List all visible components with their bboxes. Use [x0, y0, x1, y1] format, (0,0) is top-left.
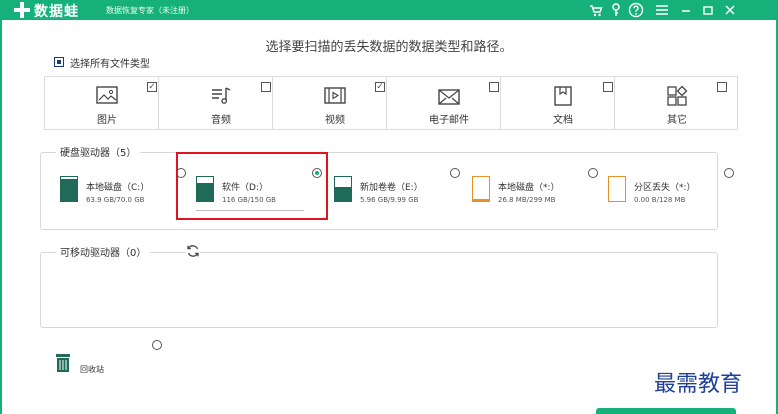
drive-c-size: 63.9 GB/70.0 GB — [86, 196, 145, 204]
file-type-audio[interactable]: 音频 — [158, 76, 282, 130]
drive-lost-partition-size: 0.00 B/128 MB — [634, 196, 686, 204]
file-type-image-label: 图片 — [97, 115, 117, 126]
disk-icon — [608, 176, 626, 202]
drive-c-name: 本地磁盘（C:） — [86, 183, 150, 193]
file-type-other-checkbox[interactable] — [717, 82, 727, 92]
trash-icon[interactable] — [56, 354, 70, 372]
video-icon — [323, 85, 347, 107]
recycle-bin-radio[interactable] — [152, 340, 162, 350]
scan-button[interactable] — [596, 408, 736, 414]
drive-e-radio[interactable] — [450, 168, 460, 178]
removable-drives-panel — [40, 252, 718, 328]
page-headline: 选择要扫描的丢失数据的数据类型和路径。 — [265, 40, 513, 55]
app-logo-icon — [14, 2, 30, 18]
recycle-bin-label: 回收站 — [80, 365, 104, 374]
document-icon — [551, 85, 575, 107]
drive-c[interactable]: 本地磁盘（C:） 63.9 GB/70.0 GB — [60, 166, 192, 220]
file-type-image-checkbox[interactable]: ✓ — [147, 82, 157, 92]
image-icon — [95, 85, 119, 107]
drive-e-name: 新加卷卷（E:） — [360, 183, 423, 193]
other-icon — [665, 85, 689, 107]
file-type-video-checkbox[interactable]: ✓ — [375, 82, 385, 92]
disk-icon — [334, 176, 352, 202]
file-type-video-label: 视频 — [325, 115, 345, 126]
hard-drives-label: 硬盘驱动器（5） — [56, 144, 141, 159]
drive-lost-partition-radio[interactable] — [724, 168, 734, 178]
minimize-icon[interactable] — [678, 2, 694, 18]
drive-local-unknown-radio[interactable] — [588, 168, 598, 178]
audio-icon — [209, 85, 233, 107]
drive-local-unknown[interactable]: 本地磁盘（*:） 26.8 MB/299 MB — [472, 166, 604, 220]
file-type-audio-label: 音频 — [211, 115, 231, 126]
select-all-check-icon[interactable] — [54, 57, 64, 67]
help-icon[interactable] — [628, 2, 644, 18]
file-type-email-label: 电子邮件 — [429, 115, 469, 126]
watermark-text: 最需教育 — [654, 372, 743, 397]
close-icon[interactable] — [722, 2, 738, 18]
refresh-icon[interactable] — [186, 243, 200, 257]
file-type-document-label: 文档 — [553, 115, 573, 126]
maximize-icon[interactable] — [700, 2, 716, 18]
select-all-label: 选择所有文件类型 — [70, 58, 150, 70]
drive-local-unknown-name: 本地磁盘（*:） — [498, 183, 560, 193]
file-type-document-checkbox[interactable] — [603, 82, 613, 92]
drive-lost-partition-name: 分区丢失（*:） — [634, 183, 696, 193]
file-type-image[interactable]: ✓ 图片 — [44, 76, 168, 130]
drive-e[interactable]: 新加卷卷（E:） 5.96 GB/9.99 GB — [334, 166, 466, 220]
file-type-document[interactable]: 文档 — [500, 76, 624, 130]
removable-drives-label: 可移动驱动器（0） — [56, 244, 151, 259]
file-type-video[interactable]: ✓ 视频 — [272, 76, 396, 130]
disk-icon — [472, 176, 490, 202]
app-brand: 数据蛙 — [34, 4, 79, 20]
app-subtitle: 数据恢复专家（未注册） — [106, 6, 194, 15]
drive-e-size: 5.96 GB/9.99 GB — [360, 196, 419, 204]
file-type-email[interactable]: 电子邮件 — [386, 76, 510, 130]
file-type-email-checkbox[interactable] — [489, 82, 499, 92]
file-type-other[interactable]: 其它 — [614, 76, 738, 130]
email-icon — [437, 85, 461, 107]
cart-icon[interactable] — [588, 2, 604, 18]
menu-icon[interactable] — [654, 2, 670, 18]
drive-local-unknown-size: 26.8 MB/299 MB — [498, 196, 556, 204]
disk-icon — [60, 176, 78, 202]
select-all-checkbox[interactable]: 选择所有文件类型 — [54, 55, 150, 70]
drive-lost-partition[interactable]: 分区丢失（*:） 0.00 B/128 MB — [608, 166, 740, 220]
title-bar: 数据蛙 数据恢复专家（未注册） — [0, 0, 778, 20]
key-icon[interactable] — [608, 2, 624, 18]
window-border-left — [0, 20, 2, 414]
file-type-other-label: 其它 — [667, 115, 687, 126]
annotation-highlight-box — [176, 152, 328, 220]
file-type-audio-checkbox[interactable] — [261, 82, 271, 92]
